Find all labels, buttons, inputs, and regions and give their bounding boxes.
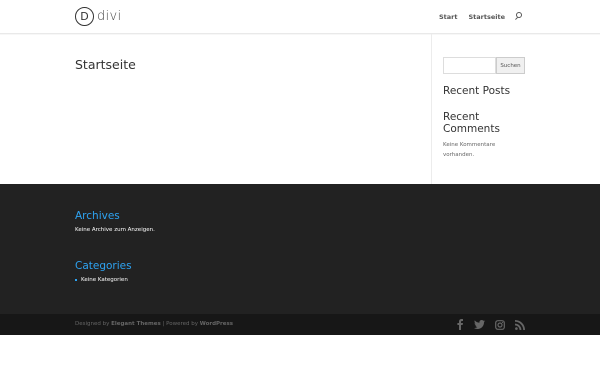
search-input[interactable] [443, 57, 496, 74]
nav-item-start[interactable]: Start [439, 13, 458, 21]
instagram-icon[interactable] [494, 319, 505, 330]
bullet-icon [75, 279, 77, 281]
sidebar-search: Suchen [443, 57, 525, 74]
sidebar-divider [431, 34, 432, 184]
footer-bottom-bar: Designed by Elegant Themes | Powered by … [0, 314, 600, 335]
recent-posts-title: Recent Posts [443, 85, 511, 97]
no-comments-text: Keine Kommentare vorhanden. [443, 142, 496, 158]
designed-by-text: Designed by [75, 321, 110, 327]
site-logo[interactable]: D divi [75, 6, 121, 27]
footer-credits: Designed by Elegant Themes | Powered by … [75, 321, 233, 327]
categories-item-label: Keine Kategorien [81, 277, 128, 283]
sidebar: Suchen Recent Posts Recent Comments Kein… [443, 57, 525, 160]
page-title: Startseite [75, 57, 136, 72]
main-content: Startseite Suchen Recent Posts Recent Co… [0, 34, 600, 184]
archives-title: Archives [75, 210, 120, 222]
recent-comments-title: Recent Comments [443, 111, 500, 135]
categories-list-item: Keine Kategorien [75, 277, 128, 283]
logo-text: divi [97, 9, 122, 24]
footer-widgets: Archives Keine Archive zum Anzeigen. Cat… [0, 184, 600, 314]
facebook-icon[interactable] [454, 319, 465, 330]
page-bottom-whitespace [0, 335, 600, 375]
search-button[interactable]: Suchen [496, 57, 525, 74]
search-icon[interactable] [515, 12, 524, 21]
main-nav: Start Startseite [428, 12, 524, 21]
wordpress-link[interactable]: WordPress [200, 321, 233, 327]
logo-mark: D [75, 7, 94, 26]
social-icons [445, 319, 525, 330]
powered-by-text: | Powered by [162, 321, 198, 327]
nav-item-startseite[interactable]: Startseite [468, 13, 505, 21]
twitter-icon[interactable] [474, 319, 485, 330]
elegant-themes-link[interactable]: Elegant Themes [111, 321, 161, 327]
site-header: D divi Start Startseite [0, 0, 600, 34]
rss-icon[interactable] [514, 319, 525, 330]
archives-empty-text: Keine Archive zum Anzeigen. [75, 227, 155, 233]
categories-title: Categories [75, 260, 132, 272]
